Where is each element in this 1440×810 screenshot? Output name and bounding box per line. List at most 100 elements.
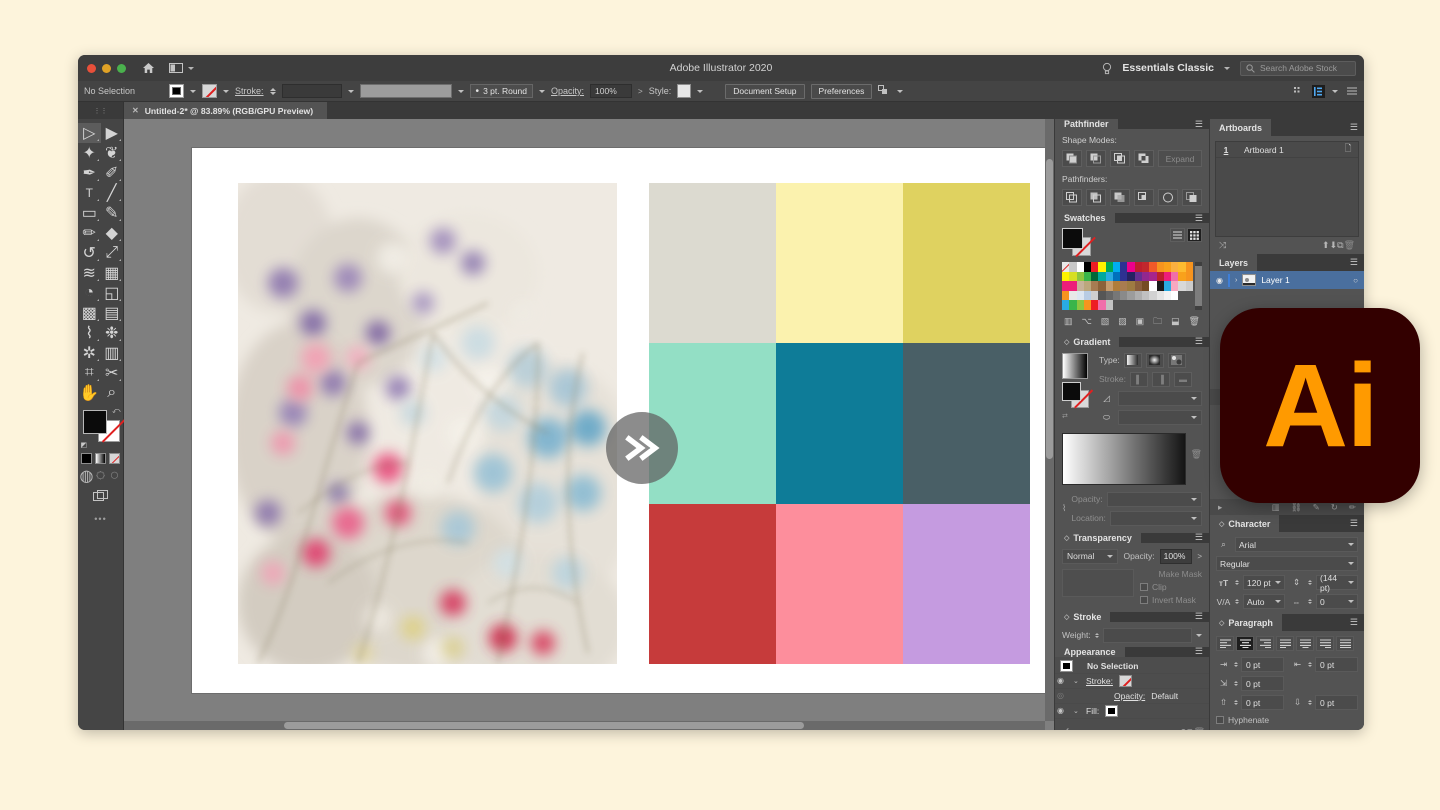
swatch-cell-4-13[interactable] [1157,300,1164,310]
swatch-cell-1-1[interactable] [1069,272,1076,282]
refresh-icon[interactable]: ↻ [1331,502,1338,513]
swatch-cell-2-9[interactable] [1127,281,1134,291]
stroke-along-icon[interactable]: ▐ [1152,372,1170,387]
swatch-cell-2-16[interactable] [1178,281,1185,291]
draw-mode-buttons[interactable]: ◍ ◌ ○ [81,470,120,481]
preferences-button[interactable]: Preferences [811,84,873,99]
chevron-down-icon[interactable] [190,90,196,93]
delete-stop-icon[interactable]: 🗑 [1191,449,1202,460]
panel-menu-icon[interactable]: ☰ [1195,647,1203,656]
panel-menu-icon[interactable]: ☰ [1195,214,1203,223]
grid-view-icon[interactable] [1187,228,1202,242]
graphic-style-button[interactable] [677,84,691,98]
color-fill-icon[interactable] [81,453,92,464]
gradient-reverse-icon[interactable]: ⇄ [1062,412,1092,420]
eye-icon[interactable]: ◉ [1057,706,1067,715]
clip-checkbox-row[interactable]: Clip [1140,582,1202,592]
swatch-cell-3-10[interactable] [1135,291,1142,301]
double-chevron-right-icon[interactable] [606,412,678,484]
tool-column-graph[interactable]: ▥ [101,343,124,363]
swatches-grid[interactable] [1062,262,1202,310]
palette-cell-5[interactable] [903,343,1030,503]
swatch-cell-1-12[interactable] [1149,272,1156,282]
swatch-cell-1-11[interactable] [1142,272,1149,282]
swatch-cell-3-0[interactable] [1062,291,1069,301]
indent-first-line-stepper[interactable] [1234,681,1238,686]
gradient-aspect-input[interactable] [1118,410,1202,425]
new-swatch-group-icon[interactable]: ▣ [1136,316,1145,327]
trim-icon[interactable] [1086,189,1106,206]
font-size-input[interactable]: 120 pt [1243,575,1285,590]
minimize-window-button[interactable] [102,64,111,73]
tool-rectangle[interactable]: ▭ [78,203,101,223]
layer-row-1[interactable]: ◉ › Layer 1 ○ [1210,271,1364,289]
swatch-none[interactable] [1062,262,1069,272]
delete-artboard-icon[interactable]: 🗑 [1344,240,1355,251]
panel-menu-icon[interactable]: ☰ [1195,612,1203,621]
swatch-cell-1-4[interactable] [1091,272,1098,282]
swatch-cell-0-11[interactable] [1142,262,1149,272]
target-circle-icon[interactable]: ○ [1353,276,1358,285]
add-effect-icon[interactable]: fx. [1065,727,1075,730]
stroke-color-button[interactable] [202,84,217,98]
appearance-stroke-label[interactable]: Stroke: [1086,676,1113,686]
clear-appearance-icon[interactable]: ⊘ [1180,727,1188,731]
swatch-cell-1-15[interactable] [1171,272,1178,282]
invert-mask-checkbox[interactable] [1140,596,1148,604]
opacity-label[interactable]: Opacity: [551,86,584,96]
minus-back-icon[interactable] [1182,189,1202,206]
tab-stroke[interactable]: ◇Stroke [1055,612,1110,622]
space-after-input[interactable]: 0 pt [1315,695,1358,710]
gradient-location-input[interactable] [1110,511,1202,526]
swatch-cell-2-8[interactable] [1120,281,1127,291]
swatch-cell-2-10[interactable] [1135,281,1142,291]
tool-mesh[interactable]: ▩ [78,303,101,323]
search-adobe-stock-input[interactable]: Search Adobe Stock [1240,61,1356,76]
artboard-name[interactable]: Artboard 1 [1236,145,1338,155]
flower-photo[interactable] [238,183,617,664]
swatch-cell-0-5[interactable] [1098,262,1105,272]
tab-paragraph[interactable]: ◇Paragraph [1210,614,1282,631]
swatch-cell-4-0[interactable] [1062,300,1069,310]
invert-mask-checkbox-row[interactable]: Invert Mask [1140,595,1202,605]
tab-gradient[interactable]: ◇Gradient [1055,337,1119,347]
transparency-opacity-input[interactable]: 100% [1160,549,1193,564]
fill-mode-buttons[interactable] [81,453,120,464]
swatch-cell-2-14[interactable] [1164,281,1171,291]
gradient-opacity-input[interactable] [1107,492,1202,507]
appearance-thumbnail[interactable] [1060,660,1073,672]
close-icon[interactable]: ✕ [132,106,139,115]
tab-pathfinder[interactable]: Pathfinder [1055,119,1118,129]
panel-menu-icon[interactable]: ☰ [1195,337,1203,346]
space-before-input[interactable]: 0 pt [1241,695,1284,710]
swatch-cell-0-7[interactable] [1113,262,1120,272]
swatch-options-icon[interactable]: ▧ [1101,316,1110,327]
swatch-cell-3-3[interactable] [1084,291,1091,301]
font-style-select[interactable]: Regular [1216,556,1358,571]
swatch-cell-3-5[interactable] [1098,291,1105,301]
stroke-profile-button[interactable]: • 3 pt. Round [470,84,533,98]
expand-panel-icon[interactable]: ▸ [1218,502,1222,513]
swatch-cell-0-3[interactable] [1084,262,1091,272]
swatch-cell-0-12[interactable] [1149,262,1156,272]
swatch-cell-2-6[interactable] [1106,281,1113,291]
align-right-icon[interactable] [1256,636,1274,651]
appearance-row-opacity[interactable]: ◎ Opacity: Default [1055,689,1209,704]
chevron-right-icon[interactable]: › [1235,277,1237,284]
artboard-row-1[interactable]: 1 Artboard 1 🗋 [1216,142,1358,158]
gradient-fill-swatch[interactable] [1062,382,1081,401]
leading-stepper[interactable] [1308,580,1312,585]
artboard-1[interactable] [192,148,1054,693]
swatch-cell-1-5[interactable] [1098,272,1105,282]
palette-cell-2[interactable] [903,183,1030,343]
move-down-icon[interactable]: ⬇ [1330,240,1338,251]
swatch-cell-4-12[interactable] [1149,300,1156,310]
swatch-cell-3-7[interactable] [1113,291,1120,301]
tool-symbol-sprayer[interactable]: ✲ [78,343,101,363]
swatch-cell-4-10[interactable] [1135,300,1142,310]
eyedropper-icon[interactable]: ⌇ [1062,503,1066,514]
gradient-thumbnail[interactable] [1062,353,1088,379]
divide-icon[interactable] [1062,189,1082,206]
swatch-cell-2-15[interactable] [1171,281,1178,291]
swatch-cell-3-11[interactable] [1142,291,1149,301]
